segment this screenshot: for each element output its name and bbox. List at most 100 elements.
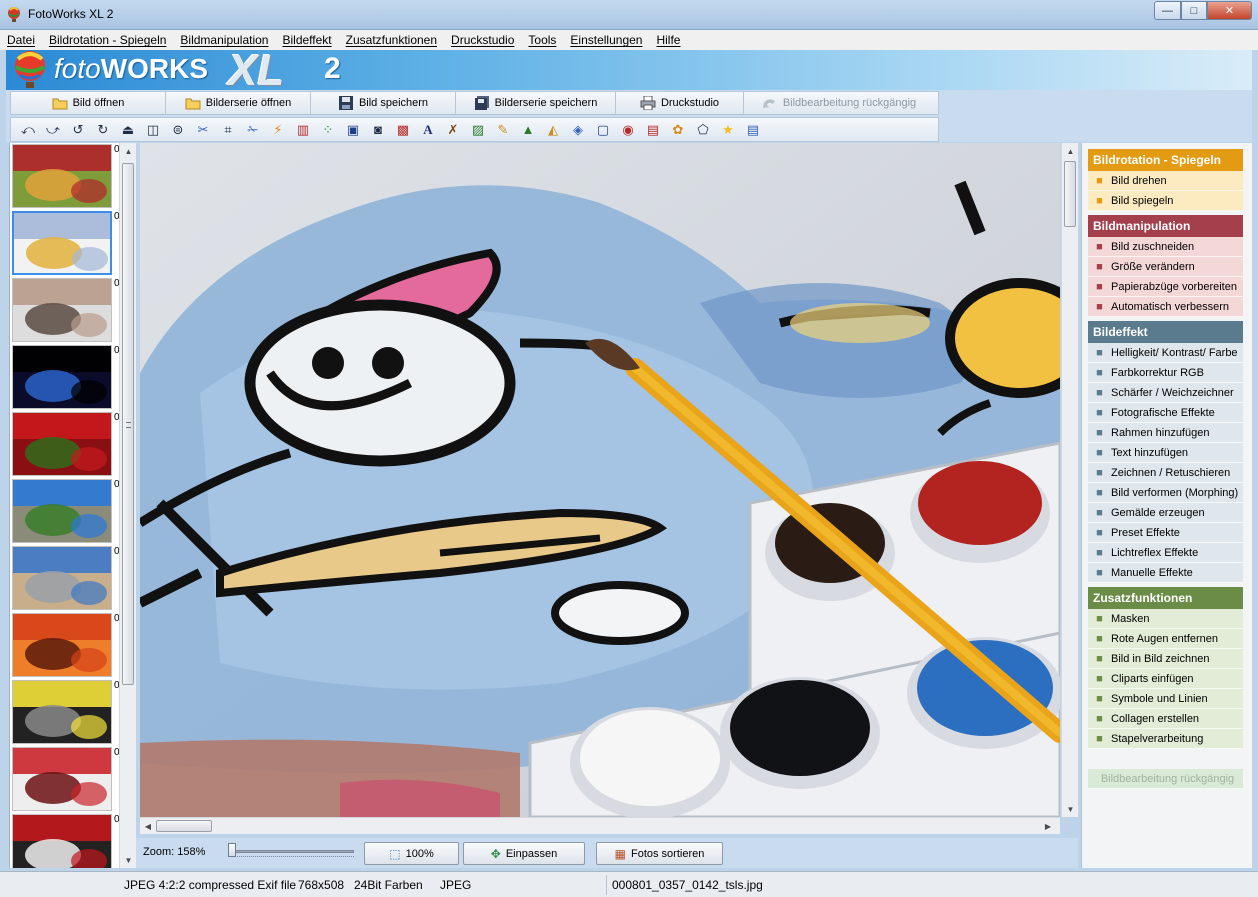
scrollbar-thumb[interactable] [122, 163, 134, 685]
print-studio-button[interactable]: Druckstudio [616, 92, 744, 114]
open-image-button[interactable]: Bild öffnen [11, 92, 166, 114]
frame-icon[interactable]: ▩ [394, 121, 412, 139]
panel-item[interactable]: ■ Symbole und Linien [1088, 689, 1243, 709]
mirror-vertical-icon[interactable]: ⊜ [169, 121, 187, 139]
panel-item[interactable]: ■ Collagen erstellen [1088, 709, 1243, 729]
section-header[interactable]: Zusatzfunktionen [1088, 587, 1243, 609]
panel-item[interactable]: ■ Bild zuschneiden [1088, 237, 1243, 257]
canvas-scrollbar-thumb[interactable] [1064, 161, 1076, 227]
image-canvas[interactable] [140, 143, 1060, 817]
menu-tools[interactable]: Tools [528, 33, 556, 47]
section-header[interactable]: Bildeffekt [1088, 321, 1243, 343]
painting-icon[interactable]: ✎ [494, 121, 512, 139]
section-header[interactable]: Bildmanipulation [1088, 215, 1243, 237]
manual-effect-icon[interactable]: ◈ [569, 121, 587, 139]
thumbnail-fruit-basket[interactable] [12, 144, 112, 208]
undo-button[interactable]: Bildbearbeitung rückgängig [744, 92, 934, 114]
thumbnail-conference-room[interactable] [12, 278, 112, 342]
maximize-button[interactable]: □ [1181, 1, 1207, 20]
panel-item[interactable]: ■ Cliparts einfügen [1088, 669, 1243, 689]
morph-icon[interactable]: ▨ [469, 121, 487, 139]
panel-item[interactable]: ■ Bild spiegeln [1088, 191, 1243, 211]
panel-item[interactable]: ■ Fotografische Effekte [1088, 403, 1243, 423]
rotate-cw-icon[interactable]: ↻ [94, 121, 112, 139]
scissors-icon[interactable]: ✂ [194, 121, 212, 139]
panel-item[interactable]: ■ Manuelle Effekte [1088, 563, 1243, 583]
brightness-icon[interactable]: ▥ [294, 121, 312, 139]
panel-item[interactable]: ■ Papierabzüge vorbereiten [1088, 277, 1243, 297]
panel-item[interactable]: ■ Farbkorrektur RGB [1088, 363, 1243, 383]
panel-item[interactable]: ■ Größe verändern [1088, 257, 1243, 277]
panel-item[interactable]: ■ Gemälde erzeugen [1088, 503, 1243, 523]
panel-item[interactable]: ■ Text hinzufügen [1088, 443, 1243, 463]
panel-item[interactable]: ■ Masken [1088, 609, 1243, 629]
panel-item[interactable]: ■ Bild verformen (Morphing) [1088, 483, 1243, 503]
zoom-slider[interactable] [228, 843, 354, 859]
panel-item[interactable]: ■ Rote Augen entfernen [1088, 629, 1243, 649]
scroll-down-arrow[interactable]: ▼ [120, 852, 137, 868]
panel-item[interactable]: ■ Bild in Bild zeichnen [1088, 649, 1243, 669]
canvas-vertical-scrollbar[interactable]: ▲ ▼ [1061, 143, 1078, 817]
color-rgb-icon[interactable]: ⁘ [319, 121, 337, 139]
thumbnail-watercolor-painting[interactable] [12, 211, 112, 275]
sort-photos-button[interactable]: ▦ Fotos sortieren [596, 842, 723, 865]
thumbnail-red-car[interactable] [12, 814, 112, 868]
zoom-slider-knob[interactable] [228, 843, 236, 857]
thumbnail-scrollbar[interactable]: ▲ ▼ [119, 143, 136, 868]
menu-datei[interactable]: Datei [7, 33, 35, 47]
canvas-scroll-left-arrow[interactable]: ◀ [140, 818, 156, 835]
panel-item[interactable]: ■ Stapelverarbeitung [1088, 729, 1243, 749]
symbols-icon[interactable]: ⬠ [694, 121, 712, 139]
menu-zusatzfunktionen[interactable]: Zusatzfunktionen [346, 33, 437, 47]
canvas-scroll-down-arrow[interactable]: ▼ [1062, 801, 1079, 817]
rotate-left-icon[interactable]: ⤺ [19, 121, 37, 139]
thumbnail-strawberries[interactable] [12, 412, 112, 476]
preset-icon[interactable]: ▲ [519, 121, 537, 139]
save-image-button[interactable]: Bild speichern [311, 92, 456, 114]
menu-bildrotation[interactable]: Bildrotation - Spiegeln [49, 33, 166, 47]
sharpen-icon[interactable]: ▣ [344, 121, 362, 139]
fit-button[interactable]: ✥ Einpassen [463, 842, 585, 865]
menu-druckstudio[interactable]: Druckstudio [451, 33, 514, 47]
panel-undo-button[interactable]: Bildbearbeitung rückgängig [1088, 769, 1243, 789]
camera-icon[interactable]: ◙ [369, 121, 387, 139]
text-icon[interactable]: A [419, 121, 437, 139]
red-eye-icon[interactable]: ◉ [619, 121, 637, 139]
panel-item[interactable]: ■ Lichtreflex Effekte [1088, 543, 1243, 563]
menu-hilfe[interactable]: Hilfe [656, 33, 680, 47]
mirror-icon[interactable]: ◫ [144, 121, 162, 139]
thumbnail-strip[interactable]: 00000000000 [9, 143, 119, 868]
zoom-100-button[interactable]: ⬚ 100% [364, 842, 459, 865]
section-header[interactable]: Bildrotation - Spiegeln [1088, 149, 1243, 171]
thumbnail-moon-earth[interactable] [12, 345, 112, 409]
canvas-horizontal-scrollbar[interactable]: ◀ ▶ [140, 817, 1060, 834]
canvas-scroll-right-arrow[interactable]: ▶ [1040, 818, 1056, 835]
thumbnail-castle[interactable] [12, 479, 112, 543]
menu-einstellungen[interactable]: Einstellungen [570, 33, 642, 47]
thumbnail-red-car-interior[interactable] [12, 747, 112, 811]
panel-item[interactable]: ■ Schärfer / Weichzeichner [1088, 383, 1243, 403]
rotate-ccw-icon[interactable]: ↺ [69, 121, 87, 139]
panel-item[interactable]: ■ Zeichnen / Retuschieren [1088, 463, 1243, 483]
thumbnail-yellow-car[interactable] [12, 680, 112, 744]
panel-item[interactable]: ■ Helligkeit/ Kontrast/ Farbe [1088, 343, 1243, 363]
magic-wand-icon[interactable]: ⚡ [269, 121, 287, 139]
minimize-button[interactable]: — [1154, 1, 1181, 20]
canvas-scroll-up-arrow[interactable]: ▲ [1062, 143, 1079, 159]
batch-icon[interactable]: ▤ [744, 121, 762, 139]
scroll-up-arrow[interactable]: ▲ [120, 143, 137, 159]
canvas-hscroll-thumb[interactable] [156, 820, 212, 832]
draw-icon[interactable]: ✗ [444, 121, 462, 139]
panel-item[interactable]: ■ Bild drehen [1088, 171, 1243, 191]
open-series-button[interactable]: Bilderserie öffnen [166, 92, 311, 114]
panel-item[interactable]: ■ Preset Effekte [1088, 523, 1243, 543]
menu-bildmanipulation[interactable]: Bildmanipulation [180, 33, 268, 47]
thumbnail-bridge-city[interactable] [12, 546, 112, 610]
panel-item[interactable]: ■ Automatisch verbessern [1088, 297, 1243, 317]
star-icon[interactable]: ★ [719, 121, 737, 139]
thumbnail-plane-sunset[interactable] [12, 613, 112, 677]
menu-bildeffekt[interactable]: Bildeffekt [282, 33, 331, 47]
panel-item[interactable]: ■ Rahmen hinzufügen [1088, 423, 1243, 443]
picture-in-picture-icon[interactable]: ▤ [644, 121, 662, 139]
rotate-right-icon[interactable]: ⤻ [44, 121, 62, 139]
